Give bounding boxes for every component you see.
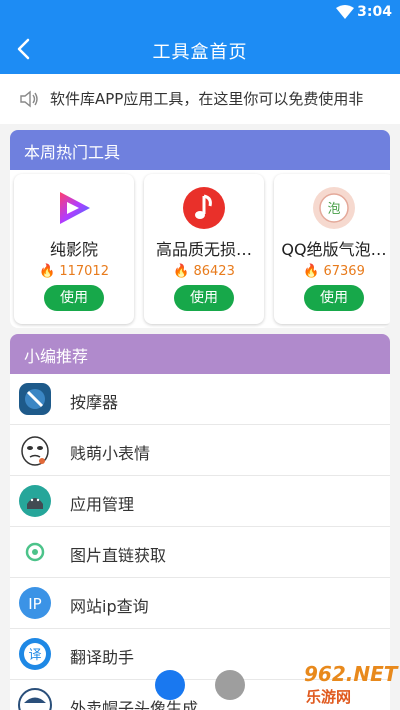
emoji-face-icon [21,436,49,466]
list-item[interactable]: IP 网站ip查询 [10,578,390,629]
tool-name: 高品质无损… [155,240,252,259]
notice-text: 软件库APP应用工具，在这里你可以免费使用非 [50,90,364,108]
hot-tools-card: 本周热门工具 纯影院 🔥 117012 使用 高品质无损… 🔥 86423 使用 [10,130,390,328]
notice-bar: 软件库APP应用工具，在这里你可以免费使用非 [0,74,400,124]
floating-dot-gray[interactable] [215,670,245,700]
list-item-label: 外卖帽子头像生成 [70,699,199,710]
recommend-card: 小编推荐 按摩器 贱萌小表情 应用管理 图片直链获取 IP 网站ip查询 译 翻… [10,334,390,710]
floating-dot-blue[interactable] [155,670,185,700]
watermark-line1: 962.NET [304,662,398,686]
page-title: 工具盒首页 [152,42,248,63]
hot-tools-row: 纯影院 🔥 117012 使用 高品质无损… 🔥 86423 使用 泡 QQ绝版… [14,174,390,324]
list-item-label: 应用管理 [70,495,135,514]
svg-text:泡: 泡 [327,202,340,217]
hot-tool-item[interactable]: 高品质无损… 🔥 86423 使用 [144,174,264,324]
tool-name: 纯影院 [49,240,98,259]
svg-text:译: 译 [28,648,41,663]
use-button[interactable]: 使用 [174,285,234,311]
status-bar: 3:04 [0,0,400,24]
tool-count: 🔥 67369 [303,264,365,279]
music-note-icon [183,187,225,229]
android-icon [19,485,51,517]
list-item-label: 网站ip查询 [70,597,149,616]
watermark-line2: 乐游网 [306,688,352,706]
video-play-icon [60,192,90,224]
list-item[interactable]: 贱萌小表情 [10,425,390,476]
hot-tool-item[interactable]: 泡 QQ绝版气泡… 🔥 67369 使用 [274,174,390,324]
massager-icon [19,383,51,415]
link-icon [25,542,45,562]
list-item[interactable]: 图片直链获取 [10,527,390,578]
list-item[interactable]: 应用管理 [10,476,390,527]
tool-name: QQ绝版气泡… [281,240,387,259]
use-button[interactable]: 使用 [44,285,104,311]
translate-icon: 译 [19,638,51,670]
bubble-icon: 泡 [313,187,355,229]
list-item[interactable]: 按摩器 [10,374,390,425]
list-item-label: 按摩器 [70,393,119,412]
app-bar: 工具盒首页 [0,24,400,74]
tool-count: 🔥 117012 [39,264,109,279]
wifi-icon [336,5,354,19]
hot-tools-title: 本周热门工具 [10,130,390,170]
use-button[interactable]: 使用 [304,285,364,311]
ip-icon: IP [19,587,51,619]
speaker-icon [20,90,38,108]
list-item-label: 贱萌小表情 [70,444,151,463]
hot-tool-item[interactable]: 纯影院 🔥 117012 使用 [14,174,134,324]
list-item-label: 翻译助手 [70,648,135,667]
avatar-hat-icon [18,688,52,710]
tool-count: 🔥 86423 [173,264,235,279]
watermark-logo: 962.NET 乐游网 [262,662,397,708]
status-time: 3:04 [357,4,392,20]
svg-text:IP: IP [28,595,41,613]
list-item-label: 图片直链获取 [70,546,167,565]
recommend-title: 小编推荐 [10,334,390,374]
